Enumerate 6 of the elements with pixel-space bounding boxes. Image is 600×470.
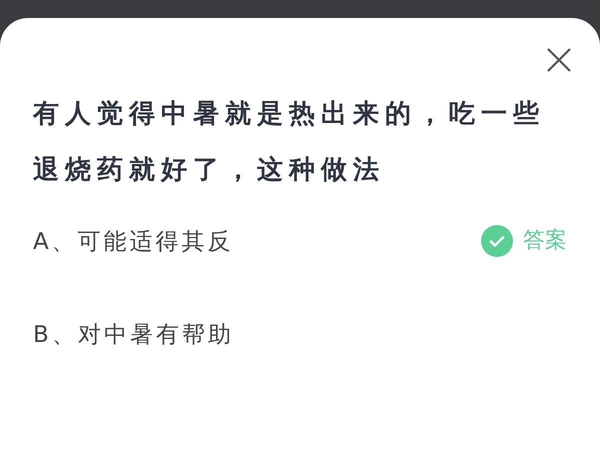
close-icon[interactable] xyxy=(546,47,572,73)
answer-option[interactable]: A、可能适得其反 xyxy=(33,225,234,257)
answer-option[interactable]: B、对中暑有帮助 xyxy=(33,318,234,350)
answer-label: 答案 xyxy=(523,227,567,255)
question-text: 有人觉得中暑就是热出来的，吃一些退烧药就好了，这种做法 xyxy=(33,98,546,187)
check-icon xyxy=(481,225,513,257)
